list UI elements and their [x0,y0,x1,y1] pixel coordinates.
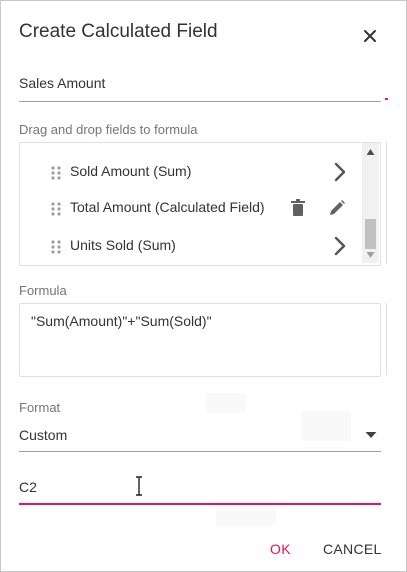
format-dropdown[interactable]: Custom [19,417,381,452]
fields-section-label: Drag and drop fields to formula [19,122,198,137]
close-button[interactable] [359,25,381,47]
formula-label: Formula [19,283,67,298]
custom-format-value: C2 [19,479,37,495]
create-calculated-field-dialog: Create Calculated Field Sales Amount Dra… [0,0,407,572]
scrollbar-thumb[interactable] [365,219,376,249]
drag-handle-icon[interactable] [50,165,62,181]
close-icon [364,30,376,42]
ok-button[interactable]: OK [270,541,291,557]
list-item[interactable]: Units Sold (Sum) [20,231,365,261]
pencil-icon[interactable] [328,199,346,217]
cancel-button[interactable]: CANCEL [323,541,382,557]
drag-handle-icon[interactable] [50,239,62,255]
list-item-label: Units Sold (Sum) [70,237,176,253]
dialog-title: Create Calculated Field [19,21,218,42]
chevron-down-icon[interactable] [365,431,377,439]
input-edge-mark [385,98,388,100]
chevron-right-icon[interactable] [330,161,350,183]
chevron-right-icon[interactable] [330,235,350,257]
formula-textarea[interactable]: "Sum(Amount)"+"Sum(Sold)" [19,303,381,377]
text-cursor-icon [136,476,142,496]
scroll-down-arrow-icon[interactable] [366,251,375,259]
format-label: Format [19,400,61,415]
format-selected-value: Custom [19,427,68,443]
list-item-label: Sold Amount (Sum) [70,163,192,179]
field-name-input[interactable]: Sales Amount [19,63,381,102]
divider [386,303,387,375]
list-item-label: Total Amount (Calculated Field) [70,199,265,215]
drag-handle-icon[interactable] [50,201,62,217]
fields-list[interactable]: Sold Amount (Sum) Total Amount (Calculat… [19,142,381,266]
field-name-value: Sales Amount [19,75,106,91]
list-item[interactable]: Total Amount (Calculated Field) [20,193,365,223]
formula-value: "Sum(Amount)"+"Sum(Sold)" [31,313,212,329]
custom-format-input[interactable]: C2 [19,467,381,505]
fields-list-scrollbar[interactable] [362,143,379,263]
scroll-up-arrow-icon[interactable] [366,148,375,156]
divider [386,142,387,264]
trash-icon[interactable] [290,199,306,217]
list-item[interactable]: Sold Amount (Sum) [20,157,365,187]
